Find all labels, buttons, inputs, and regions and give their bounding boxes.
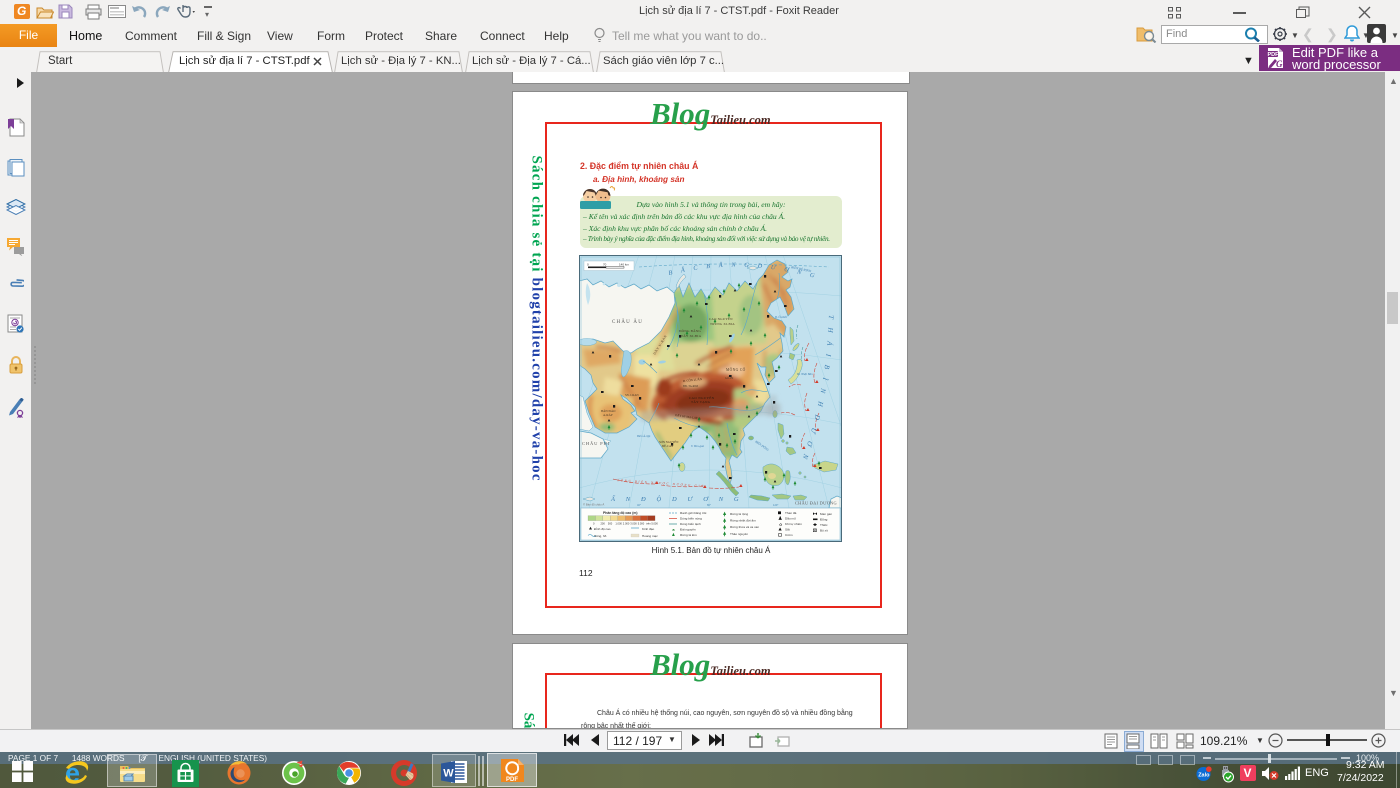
svg-text:Ranh giới băng trôi: Ranh giới băng trôi: [680, 511, 707, 515]
svg-text:W: W: [443, 768, 454, 780]
svg-text:Hoang mạc: Hoang mạc: [642, 534, 658, 538]
svg-text:500: 500: [608, 522, 613, 526]
svg-text:Sông, hồ: Sông, hồ: [594, 534, 607, 538]
svg-text:TÂY TẠNG: TÂY TẠNG: [691, 399, 711, 404]
svg-text:MÔNG CỔ: MÔNG CỔ: [726, 367, 746, 372]
svg-text:Sắt: Sắt: [785, 527, 790, 532]
svg-text:Zalo: Zalo: [1198, 773, 1210, 779]
svg-text:Dòng biển lạnh: Dòng biển lạnh: [680, 522, 701, 526]
svg-text:A-RÁP: A-RÁP: [603, 412, 613, 417]
svg-text:PDF: PDF: [506, 777, 518, 783]
svg-text:1.000: 1.000: [615, 522, 622, 526]
svg-text:Đỉnh độ cao: Đỉnh độ cao: [594, 527, 611, 531]
svg-text:CHÂU PHI: CHÂU PHI: [582, 441, 610, 446]
svg-text:ĐÊ-CAN: ĐÊ-CAN: [662, 443, 674, 448]
svg-text:Thiếc: Thiếc: [820, 523, 828, 527]
svg-text:G: G: [1276, 59, 1283, 69]
svg-text:V. Ben-gan: V. Ben-gan: [691, 444, 705, 448]
svg-text:120°: 120°: [773, 503, 778, 507]
svg-text:70: 70: [603, 263, 607, 267]
svg-text:Khí tự nhiên: Khí tự nhiên: [785, 522, 802, 526]
svg-text:TÂY XI-BIA: TÂY XI-BIA: [681, 333, 702, 338]
svg-text:CAO NGUYÊN: CAO NGUYÊN: [709, 316, 733, 321]
svg-text:CHÂU ĐẠI DƯƠNG: CHÂU ĐẠI DƯƠNG: [795, 501, 837, 506]
svg-text:Rừng lá rộng: Rừng lá rộng: [730, 512, 748, 516]
svg-text:SN. I-RAN: SN. I-RAN: [625, 393, 640, 397]
svg-text:Đài nguyên: Đài nguyên: [680, 528, 696, 532]
svg-text:2.000: 2.000: [623, 522, 630, 526]
svg-text:Bô xít: Bô xít: [820, 529, 828, 533]
svg-text:3.000: 3.000: [630, 522, 637, 526]
svg-text:200: 200: [600, 522, 605, 526]
svg-text:Rừng lá kim: Rừng lá kim: [680, 533, 697, 537]
svg-text:Man gan: Man gan: [820, 512, 832, 516]
svg-text:Phân tầng độ cao (m): Phân tầng độ cao (m): [603, 511, 637, 515]
svg-text:80°: 80°: [707, 503, 711, 507]
svg-text:Thảo nguyên: Thảo nguyên: [730, 532, 748, 536]
svg-text:CHÂU ÂU: CHÂU ÂU: [612, 319, 643, 325]
svg-text:© Bản đồ châu Á: © Bản đồ châu Á: [583, 503, 604, 507]
svg-text:GÔ-BI: GÔ-BI: [725, 375, 733, 380]
svg-text:TRUNG XI-BIA: TRUNG XI-BIA: [710, 322, 735, 326]
svg-text:40°: 40°: [637, 503, 641, 507]
svg-text:Kinh đạo: Kinh đạo: [642, 527, 654, 531]
svg-text:Ấ N Đ Ộ D Ư Ơ N G: Ấ N Đ Ộ D Ư Ơ N G: [610, 495, 743, 503]
svg-text:Crôm: Crôm: [785, 533, 793, 537]
svg-text:Đồng: Đồng: [820, 518, 828, 522]
svg-text:Rừng nhiệt đới ẩm: Rừng nhiệt đới ẩm: [730, 519, 756, 523]
svg-text:BĐ. TA-RIM: BĐ. TA-RIM: [683, 385, 698, 388]
svg-text:trên 5.000: trên 5.000: [646, 522, 658, 526]
svg-text:Rừng thưa và xa van: Rừng thưa và xa van: [730, 525, 759, 529]
svg-text:Bi. Nhật Bản: Bi. Nhật Bản: [797, 372, 813, 376]
svg-text:140 km: 140 km: [619, 263, 629, 267]
svg-text:5.000: 5.000: [638, 522, 645, 526]
svg-text:Biển Ả-rập: Biển Ả-rập: [637, 433, 651, 438]
svg-text:Than đá: Than đá: [785, 511, 797, 515]
svg-text:Dòng biển nóng: Dòng biển nóng: [680, 517, 702, 521]
svg-text:Dầu mỏ: Dầu mỏ: [785, 517, 796, 521]
svg-text:B. Ô-khốt: B. Ô-khốt: [775, 314, 787, 319]
svg-text:PDF: PDF: [1268, 52, 1280, 58]
